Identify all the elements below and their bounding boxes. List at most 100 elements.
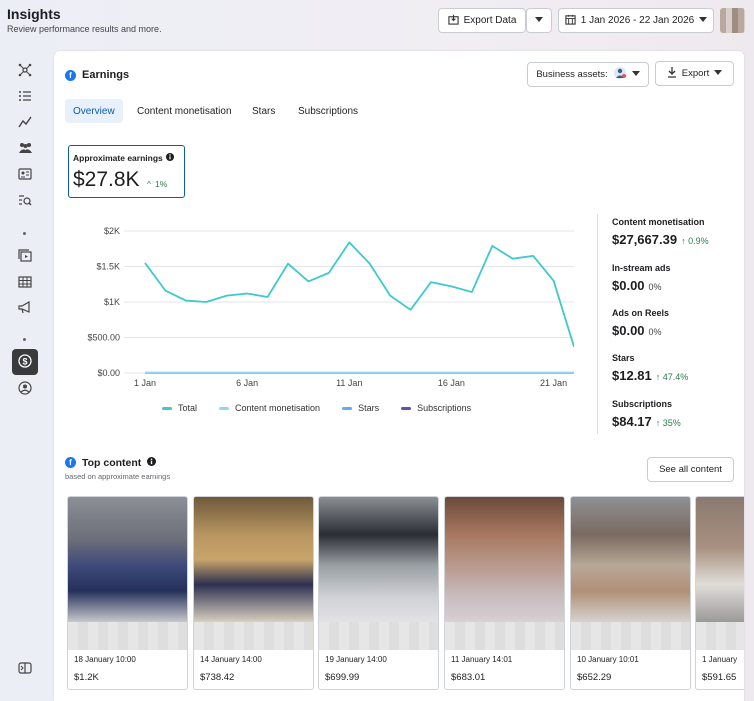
stat-value: $84.17 [612, 414, 652, 429]
date-range-picker[interactable]: 1 Jan 2026 - 22 Jan 2026 [558, 8, 714, 33]
stat-change: 0% [648, 282, 662, 292]
content-thumbnail [696, 497, 744, 622]
arrow-up-icon: ↑ [655, 372, 663, 382]
sidebar-item-monetisation[interactable]: $ [12, 349, 38, 375]
facebook-icon: f [65, 457, 76, 468]
content-earnings: $699.99 [325, 672, 360, 683]
content-card[interactable]: 14 January 14:00 $738.42 [193, 496, 314, 690]
caret-down-icon [631, 69, 640, 80]
stat-label: In-stream ads [612, 263, 671, 273]
asset-avatar-icon [613, 66, 627, 83]
stat-value: $27,667.39 [612, 232, 678, 247]
media-stack-icon [18, 249, 32, 265]
content-earnings: $652.29 [577, 672, 612, 683]
approximate-earnings-value: $27.8K [73, 168, 140, 191]
tab-subscriptions[interactable]: Subscriptions [290, 99, 366, 123]
top-content-subtitle: based on approximate earnings [65, 472, 171, 481]
y-tick-label: $2K [104, 226, 120, 236]
legend-label: Total [178, 403, 198, 413]
see-all-content-button[interactable]: See all content [647, 457, 734, 482]
trend-line-icon [18, 115, 32, 132]
sidebar-item-overview[interactable] [12, 60, 38, 82]
left-sidebar: $ [0, 56, 50, 701]
sidebar-item-ads[interactable] [12, 298, 38, 320]
top-header: Insights Review performance results and … [0, 0, 754, 46]
info-icon [147, 457, 157, 469]
earnings-title: Earnings [82, 69, 130, 81]
caret-down-icon [714, 68, 723, 79]
legend-label: Content monetisation [235, 403, 321, 413]
stat-change: 0% [648, 327, 662, 337]
sidebar-item-table[interactable] [12, 272, 38, 294]
content-card[interactable]: 10 January 10:01 $652.29 [570, 496, 691, 690]
content-card[interactable]: 19 January 14:00 $699.99 [318, 496, 439, 690]
content-thumbnail [194, 497, 313, 622]
stat-ads-on-reels: Ads on Reels $0.00 0% [612, 308, 669, 338]
series-line-total [144, 241, 574, 347]
export-data-button[interactable]: Export Data [438, 8, 526, 33]
calendar-icon [565, 14, 576, 28]
sidebar-item-profile-card[interactable] [12, 164, 38, 186]
profile-avatar[interactable] [720, 8, 745, 33]
stats-divider [597, 214, 598, 434]
export-button[interactable]: Export [655, 61, 734, 86]
stat-value: $0.00 [612, 323, 645, 338]
tab-stars[interactable]: Stars [244, 99, 283, 123]
sidebar-separator-dot [23, 338, 26, 341]
sidebar-separator-dot [23, 232, 26, 235]
list-icon [18, 89, 32, 106]
export-icon [447, 14, 459, 28]
sidebar-item-content[interactable] [12, 86, 38, 108]
content-date: 14 January 14:00 [200, 655, 262, 664]
tab-overview[interactable]: Overview [65, 99, 123, 123]
stat-change: 35% [662, 418, 681, 428]
page-subtitle: Review performance results and more. [7, 24, 162, 34]
business-assets-label: Business assets: [536, 69, 608, 80]
id-card-icon [18, 167, 32, 183]
content-title-blurred [571, 622, 690, 650]
business-assets-selector[interactable]: Business assets: [527, 62, 649, 87]
sidebar-item-media[interactable] [12, 246, 38, 268]
content-date: 1 January [702, 655, 738, 664]
sidebar-collapse-button[interactable] [12, 658, 38, 680]
caret-down-icon [535, 15, 543, 26]
legend-item-stars[interactable]: Stars [342, 403, 379, 413]
content-date: 19 January 14:00 [325, 655, 387, 664]
content-title-blurred [445, 622, 564, 650]
y-tick-label: $0.00 [97, 368, 120, 378]
megaphone-icon [18, 300, 32, 317]
content-title-blurred [194, 622, 313, 650]
arrow-up-icon: ↑ [655, 418, 663, 428]
stat-label: Content monetisation [612, 217, 705, 227]
sidebar-item-search[interactable] [12, 190, 38, 212]
export-data-dropdown-button[interactable] [526, 8, 552, 33]
content-card[interactable]: 11 January 14:01 $683.01 [444, 496, 565, 690]
page-title: Insights [7, 6, 61, 22]
stat-in-stream-ads: In-stream ads $0.00 0% [612, 263, 671, 293]
x-tick-label: 1 Jan [134, 378, 156, 388]
content-thumbnail [571, 497, 690, 622]
x-tick-label: 16 Jan [438, 378, 465, 388]
stat-stars: Stars $12.81 ↑ 47.4% [612, 353, 688, 383]
trend-up-icon: ^ [147, 179, 151, 189]
content-card[interactable]: 18 January 10:00 $1.2K [67, 496, 188, 690]
table-icon [18, 275, 32, 291]
content-earnings: $591.65 [702, 672, 737, 683]
legend-item-content-monetisation[interactable]: Content monetisation [219, 403, 320, 413]
approximate-earnings-card[interactable]: Approximate earnings $27.8K ^ 1% [68, 145, 185, 198]
info-icon [165, 153, 174, 163]
content-card[interactable]: 1 January $591.65 [695, 496, 744, 690]
tab-content-monetisation[interactable]: Content monetisation [129, 99, 240, 123]
content-earnings: $683.01 [451, 672, 486, 683]
content-title-blurred [696, 622, 744, 650]
download-icon [667, 66, 677, 81]
sidebar-item-audience[interactable] [12, 138, 38, 160]
legend-item-total[interactable]: Total [162, 403, 197, 413]
legend-swatch [219, 406, 230, 410]
legend-item-subscriptions[interactable]: Subscriptions [401, 403, 471, 413]
sidebar-item-account[interactable] [12, 378, 38, 400]
sidebar-item-trends[interactable] [12, 112, 38, 134]
people-icon [18, 141, 33, 157]
search-list-icon [18, 193, 32, 210]
user-circle-icon [18, 380, 32, 398]
